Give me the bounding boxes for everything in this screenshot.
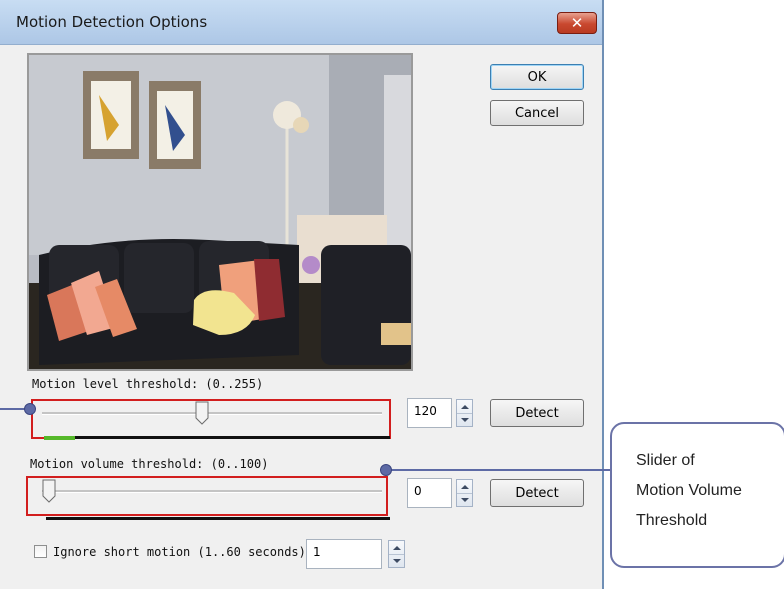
callout-line-1: Slider of <box>636 452 695 469</box>
cancel-button[interactable]: Cancel <box>490 100 584 126</box>
title-bar: Motion Detection Options ✕ <box>0 0 602 45</box>
ignore-short-motion-input[interactable]: 1 <box>306 539 382 569</box>
spin-down-icon[interactable] <box>457 413 472 426</box>
annotation-line-right <box>385 469 611 471</box>
callout-box: Slider of Motion Volume Threshold <box>610 422 784 568</box>
motion-volume-slider-track[interactable] <box>42 490 382 493</box>
close-icon: ✕ <box>570 14 584 32</box>
callout-line-2: Motion Volume <box>636 482 742 499</box>
ok-button[interactable]: OK <box>490 64 584 90</box>
camera-preview <box>27 53 413 371</box>
motion-volume-slider-thumb[interactable] <box>42 479 56 503</box>
motion-level-label: Motion level threshold: (0..255) <box>32 377 264 391</box>
spin-up-icon[interactable] <box>457 400 472 414</box>
motion-volume-meter <box>46 517 390 520</box>
motion-level-slider-thumb[interactable] <box>195 401 209 425</box>
spin-down-icon[interactable] <box>457 493 472 506</box>
motion-level-slider-track[interactable] <box>42 412 382 415</box>
spin-down-icon[interactable] <box>389 554 404 567</box>
motion-level-input[interactable]: 120 <box>407 398 452 428</box>
motion-volume-highlight <box>26 476 388 516</box>
motion-volume-input[interactable]: 0 <box>407 478 452 508</box>
motion-level-meter <box>44 436 390 439</box>
motion-volume-label: Motion volume threshold: (0..100) <box>30 457 269 471</box>
ignore-short-motion-checkbox[interactable] <box>34 545 47 558</box>
motion-level-detect-button[interactable]: Detect <box>490 399 584 427</box>
ignore-short-motion-spinner[interactable] <box>388 540 405 568</box>
motion-detection-dialog: Motion Detection Options ✕ OK Cancel Mot… <box>0 0 604 589</box>
motion-volume-spinner[interactable] <box>456 479 473 507</box>
annotation-dot-right <box>380 464 392 476</box>
motion-level-meter-fill <box>44 436 76 440</box>
window-title: Motion Detection Options <box>16 13 208 31</box>
annotation-dot-left <box>24 403 36 415</box>
ignore-short-motion-label: Ignore short motion (1..60 seconds) <box>53 545 306 559</box>
callout-line-3: Threshold <box>636 512 708 529</box>
spin-up-icon[interactable] <box>389 541 404 555</box>
motion-level-spinner[interactable] <box>456 399 473 427</box>
camera-preview-image <box>29 55 411 369</box>
motion-level-highlight <box>31 399 391 439</box>
close-button[interactable]: ✕ <box>557 12 597 34</box>
motion-volume-detect-button[interactable]: Detect <box>490 479 584 507</box>
spin-up-icon[interactable] <box>457 480 472 494</box>
